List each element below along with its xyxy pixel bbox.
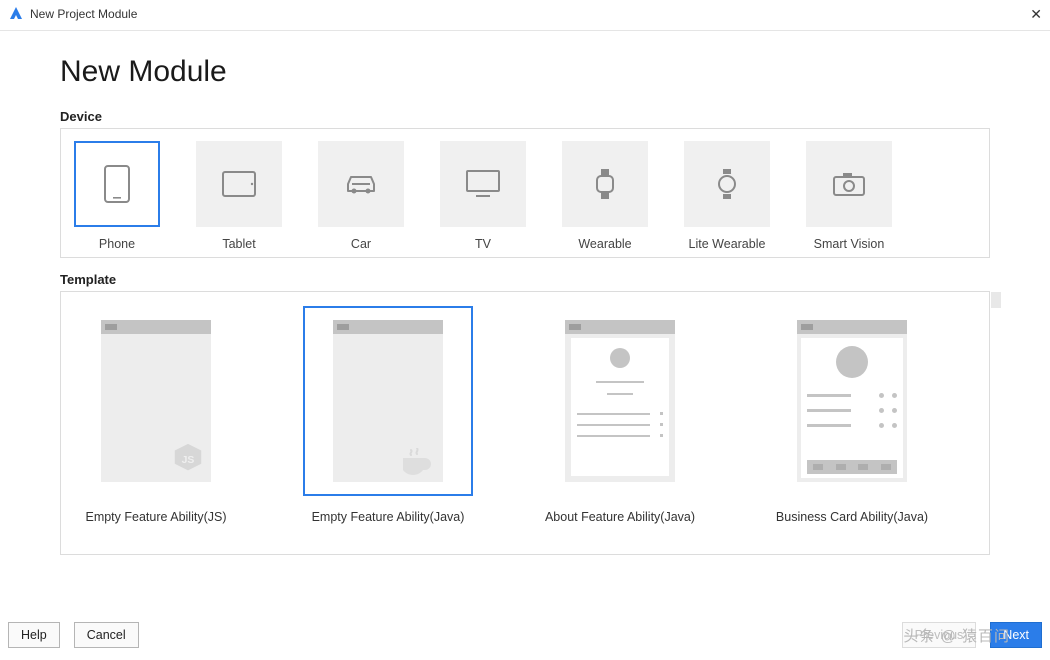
template-section-label: Template xyxy=(60,272,990,287)
help-button[interactable]: Help xyxy=(8,622,60,648)
template-about-java[interactable]: About Feature Ability(Java) xyxy=(535,306,705,524)
tv-icon xyxy=(466,170,500,198)
about-preview xyxy=(571,338,669,476)
template-empty-java[interactable]: Empty Feature Ability(Java) xyxy=(303,306,473,524)
template-business-card-java[interactable]: Business Card Ability(Java) xyxy=(767,306,937,524)
device-phone[interactable]: Phone xyxy=(71,141,163,251)
device-car[interactable]: Car xyxy=(315,141,407,251)
lite-wearable-icon xyxy=(717,168,737,200)
tablet-icon xyxy=(222,171,256,197)
device-label: TV xyxy=(475,237,491,251)
device-label: Tablet xyxy=(222,237,255,251)
next-button[interactable]: Next xyxy=(990,622,1042,648)
device-label: Wearable xyxy=(578,237,631,251)
device-panel: Phone Tablet Car TV Wearable Lite Wearab… xyxy=(60,128,990,258)
device-wearable[interactable]: Wearable xyxy=(559,141,651,251)
footer: Help Cancel Previous Next xyxy=(0,618,1050,652)
template-label: Empty Feature Ability(Java) xyxy=(312,510,465,524)
cancel-button[interactable]: Cancel xyxy=(74,622,139,648)
template-label: About Feature Ability(Java) xyxy=(545,510,695,524)
template-label: Business Card Ability(Java) xyxy=(776,510,928,524)
template-panel: JS Empty Feature Ability(JS) Empty Featu… xyxy=(60,291,990,555)
device-label: Smart Vision xyxy=(814,237,885,251)
previous-button[interactable]: Previous xyxy=(902,622,977,648)
close-icon[interactable]: ✕ xyxy=(1030,6,1042,23)
car-icon xyxy=(344,172,378,196)
java-cup-icon xyxy=(399,448,435,476)
svg-text:JS: JS xyxy=(182,455,195,466)
wearable-icon xyxy=(595,168,615,200)
device-label: Phone xyxy=(99,237,135,251)
device-tablet[interactable]: Tablet xyxy=(193,141,285,251)
device-smart-vision[interactable]: Smart Vision xyxy=(803,141,895,251)
device-label: Lite Wearable xyxy=(689,237,766,251)
device-lite-wearable[interactable]: Lite Wearable xyxy=(681,141,773,251)
device-section-label: Device xyxy=(60,109,990,124)
camera-icon xyxy=(833,172,865,196)
page-title: New Module xyxy=(60,55,990,89)
template-empty-js[interactable]: JS Empty Feature Ability(JS) xyxy=(71,306,241,524)
phone-icon xyxy=(104,165,130,203)
window-title: New Project Module xyxy=(30,7,137,21)
device-tv[interactable]: TV xyxy=(437,141,529,251)
device-label: Car xyxy=(351,237,371,251)
scrollbar[interactable] xyxy=(991,292,1001,308)
js-badge-icon: JS xyxy=(171,442,205,476)
business-card-preview xyxy=(801,338,903,478)
app-logo-icon xyxy=(8,6,24,22)
titlebar: New Project Module ✕ xyxy=(0,0,1050,28)
template-label: Empty Feature Ability(JS) xyxy=(85,510,226,524)
